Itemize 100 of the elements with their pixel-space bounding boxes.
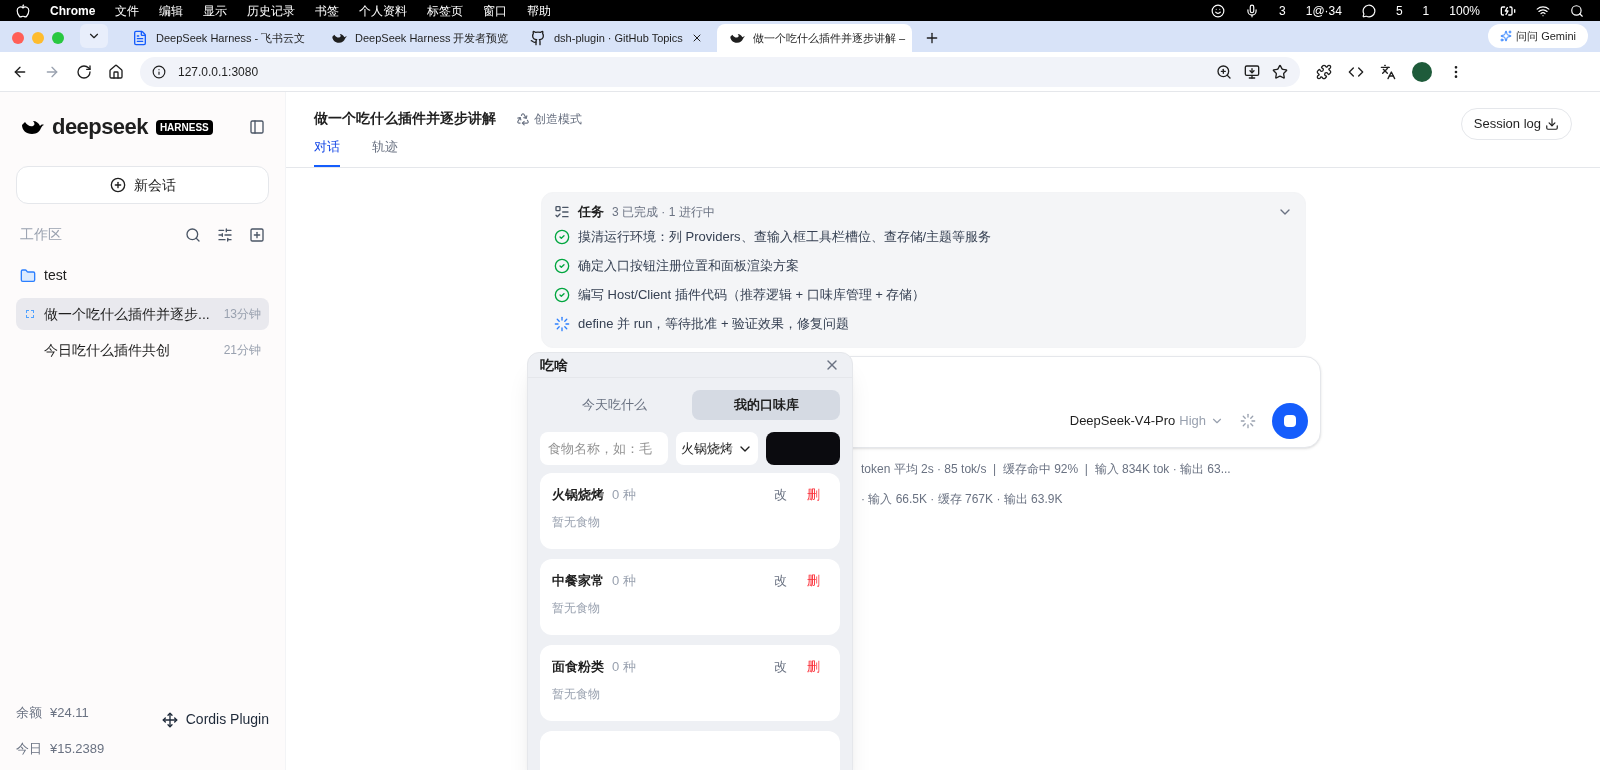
url-text: 127.0.0.1:3080 — [178, 63, 259, 81]
edit-button[interactable]: 改 — [774, 485, 787, 505]
status-count[interactable]: 1@·34 — [1305, 1, 1342, 20]
menu-item[interactable]: 窗口 — [483, 1, 508, 20]
category-select[interactable]: 火锅烧烤 — [676, 432, 758, 465]
tab-title: 做一个吃什么插件并逐步讲解 – — [753, 30, 906, 46]
session-time: 13分钟 — [223, 306, 261, 323]
filter-icon[interactable] — [217, 226, 233, 243]
info-icon[interactable] — [152, 64, 166, 79]
task-text: 摸清运行环境：列 Providers、查输入框工具栏槽位、查存储/主题等服务 — [578, 228, 992, 247]
app-menu[interactable]: Chrome — [50, 1, 96, 20]
extensions-icon[interactable] — [1316, 63, 1332, 80]
delete-button[interactable]: 删 — [807, 485, 820, 505]
menu-item[interactable]: 标签页 — [427, 1, 464, 20]
menu-item[interactable]: 编辑 — [159, 1, 184, 20]
plugin-button[interactable]: Cordis Plugin — [161, 709, 269, 730]
tab-title: DeepSeek Harness 开发者预览 — [355, 30, 509, 46]
cat-logo-icon — [530, 30, 546, 46]
view-tab[interactable]: 轨迹 — [372, 137, 398, 167]
empty-text: 暂无食物 — [552, 513, 601, 531]
task-summary: 3 已完成 · 1 进行中 — [612, 203, 715, 221]
status-count[interactable]: 5 — [1395, 1, 1403, 20]
wifi-icon[interactable] — [1536, 3, 1550, 18]
menu-item[interactable]: 显示 — [203, 1, 228, 20]
reload-icon[interactable] — [76, 63, 92, 80]
food-count: 0 种 — [612, 486, 636, 504]
model-selector[interactable]: DeepSeek-V4-Pro High — [1069, 410, 1224, 431]
balance-label: 余额 — [16, 704, 42, 722]
session-time: 21分钟 — [223, 342, 261, 359]
food-count: 0 种 — [612, 572, 636, 590]
usage-stats: · 输入 66.5K · 缓存 767K · 输出 63.9K — [861, 490, 1064, 508]
install-icon[interactable] — [1244, 63, 1260, 80]
popup-tab[interactable]: 我的口味库 — [692, 390, 840, 420]
bookmark-icon[interactable] — [1272, 63, 1288, 80]
view-tab[interactable]: 对话 — [314, 137, 340, 167]
folder-item[interactable]: test — [16, 265, 269, 286]
battery-percent[interactable]: 100% — [1449, 1, 1480, 20]
list-icon — [554, 203, 570, 220]
translate-icon[interactable] — [1380, 63, 1396, 80]
status-count[interactable]: 1 — [1422, 1, 1430, 20]
apple-icon — [16, 3, 30, 18]
browser-tab[interactable]: dsh-plugin · GitHub Topics — [518, 24, 713, 52]
session-item[interactable]: 做一个吃什么插件并逐步... 13分钟 — [16, 298, 269, 330]
search-icon[interactable] — [185, 226, 201, 243]
smiley-icon[interactable] — [1211, 3, 1226, 18]
popup-tab[interactable]: 今天吃什么 — [540, 390, 688, 420]
category-name: 火锅烧烤 — [552, 486, 604, 504]
food-name-field[interactable]: 食物名称，如：毛 — [540, 432, 668, 465]
session-title: 今日吃什么插件共创 — [44, 340, 171, 360]
whale-logo-icon — [331, 32, 347, 44]
spinner-icon — [1240, 412, 1256, 429]
popup-title: 吃啥 — [540, 355, 569, 375]
tab-title: DeepSeek Harness - 飞书云文 — [156, 30, 306, 46]
menu-item[interactable]: 历史记录 — [247, 1, 296, 20]
stop-button[interactable] — [1272, 402, 1308, 439]
avatar[interactable] — [1412, 61, 1432, 82]
folder-icon — [20, 267, 36, 284]
add-button[interactable] — [766, 432, 840, 465]
task-title: 任务 — [578, 202, 604, 221]
food-count: 0 种 — [612, 658, 636, 676]
category-name: 中餐家常 — [552, 572, 604, 590]
status-count[interactable]: 3 — [1279, 1, 1286, 20]
home-icon[interactable] — [108, 63, 124, 80]
new-folder-icon[interactable] — [249, 226, 265, 243]
session-title: 做一个吃什么插件并逐步... — [44, 304, 211, 324]
new-tab-icon[interactable] — [924, 30, 940, 46]
delete-button[interactable]: 删 — [807, 571, 820, 591]
browser-tab[interactable]: DeepSeek Harness 开发者预览 — [319, 24, 514, 52]
category-name: 面食粉类 — [552, 658, 604, 676]
menu-item[interactable]: 文件 — [115, 1, 140, 20]
browser-tab[interactable]: 做一个吃什么插件并逐步讲解 – — [717, 24, 912, 52]
delete-button[interactable]: 删 — [807, 657, 820, 677]
chat-title: 做一个吃什么插件并逐步讲解 — [314, 109, 496, 128]
zoom-icon[interactable] — [1216, 63, 1232, 80]
task-text: 编写 Host/Client 插件代码（推荐逻辑 + 口味库管理 + 存储） — [578, 286, 926, 305]
address-bar[interactable]: 127.0.0.1:3080 — [140, 56, 1300, 87]
plus-icon — [109, 177, 126, 193]
empty-text: 暂无食物 — [552, 599, 601, 617]
brand-badge: HARNESS — [155, 119, 213, 135]
search-icon[interactable] — [1570, 3, 1584, 18]
today-label: 今日 — [16, 739, 42, 758]
microphone-icon[interactable] — [1245, 3, 1260, 18]
menu-item[interactable]: 书签 — [315, 1, 340, 20]
menu-item[interactable]: 个人资料 — [359, 1, 408, 20]
document-icon — [132, 30, 148, 46]
tab-search-button[interactable] — [80, 24, 108, 48]
sparkle-icon — [1500, 30, 1513, 42]
empty-text: 暂无食物 — [552, 685, 601, 703]
usage-stats: token 平均 2s · 85 tok/s | 缓存命中 92% | 输入 834K tok · 输出 63... — [861, 460, 1232, 478]
edit-button[interactable]: 改 — [774, 571, 787, 591]
balance-value: ¥24.11 — [50, 704, 89, 722]
task-text: 确定入口按钮注册位置和面板渲染方案 — [578, 257, 799, 276]
sidebar-toggle-icon[interactable] — [249, 119, 265, 135]
new-chat-button[interactable]: 新会话 — [16, 166, 269, 204]
browser-tab[interactable]: DeepSeek Harness - 飞书云文 — [120, 24, 315, 52]
chat-icon[interactable] — [1361, 3, 1376, 18]
gemini-button[interactable]: 问问 Gemini — [1488, 24, 1588, 48]
edit-button[interactable]: 改 — [774, 657, 787, 677]
session-item[interactable]: 今日吃什么插件共创 21分钟 — [16, 334, 269, 366]
menu-item[interactable]: 帮助 — [527, 1, 552, 20]
